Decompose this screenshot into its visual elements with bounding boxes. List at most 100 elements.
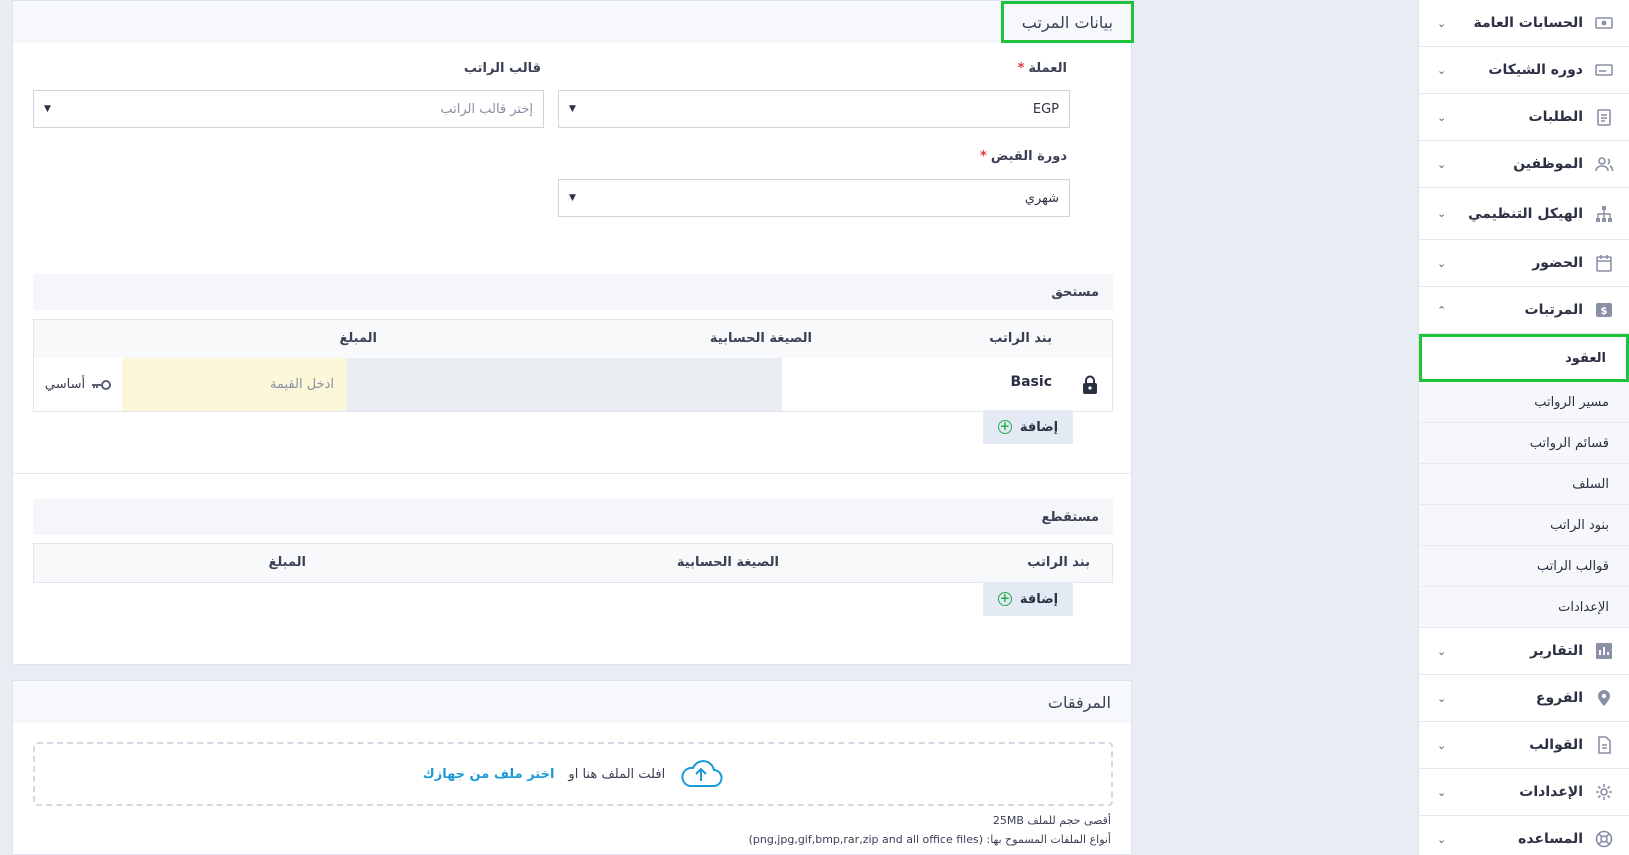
sidebar-subitem-contracts[interactable]: العقود [1419,334,1629,382]
plus-circle-icon: + [997,419,1012,434]
currency-value: EGP [1032,101,1059,117]
sidebar-subitem-salary-items[interactable]: بنود الراتب [1419,505,1629,546]
clipboard-icon [1593,106,1615,128]
drop-text: افلت الملف هنا او [568,766,666,782]
cloud-upload-icon [681,760,723,787]
sidebar-item-label: التقارير [1529,643,1583,659]
sidebar-item-templates[interactable]: القوالب ⌄ [1419,722,1629,769]
deductions-section-title: مستقطع [33,499,1113,535]
card-title: بيانات المرتب [1000,1,1134,43]
key-icon [92,379,112,390]
chevron-down-icon: ⌄ [1437,738,1447,752]
earnings-section-title: مستحق [33,274,1113,310]
sidebar-subitem-payslips[interactable]: قسائم الرواتب [1419,423,1629,464]
pay-cycle-label-text: دورة القبض [990,149,1067,164]
caret-down-icon: ▼ [569,193,576,203]
payroll-submenu: العقود مسير الرواتب قسائم الرواتب السلف … [1419,334,1629,628]
chevron-down-icon: ⌄ [1437,644,1447,658]
chevron-down-icon: ⌄ [1437,157,1447,171]
sidebar-item-label: القوالب [1529,737,1583,753]
card-header: بيانات المرتب [13,1,1134,43]
chevron-down-icon: ⌄ [1437,16,1447,30]
money-icon [1593,12,1615,34]
chevron-down-icon: ⌄ [1437,832,1447,846]
dollar-icon: $ [1593,299,1615,321]
chevron-down-icon: ⌄ [1437,785,1447,799]
required-marker: * [980,149,987,164]
attachments-title: المرفقات [1047,692,1111,712]
currency-label: العملة* [1018,61,1067,76]
org-chart-icon [1593,203,1615,225]
file-dropzone[interactable]: افلت الملف هنا او اختر ملف من جهازك [33,742,1113,806]
document-icon [1593,734,1615,756]
col-salary-item: بند الراتب [1027,555,1090,570]
col-formula: الصيغة الحسابية [676,555,779,570]
add-deduction-button[interactable]: + إضافة [983,582,1073,616]
salary-template-select[interactable]: ▼ إختر قالب الراتب [33,90,544,128]
col-amount: المبلغ [339,331,377,346]
choose-file-link[interactable]: اختر ملف من جهازك [423,767,555,782]
sidebar-item-settings[interactable]: الإعدادات ⌄ [1419,769,1629,816]
section-divider [13,473,1131,474]
add-earning-button[interactable]: + إضافة [983,410,1073,444]
pay-cycle-value: شهري [1024,190,1059,206]
salary-template-label: قالب الراتب [463,61,541,76]
sidebar-item-label: الموظفين [1513,156,1583,172]
col-salary-item: بند الراتب [989,331,1052,346]
sidebar-item-employees[interactable]: الموظفين ⌄ [1419,141,1629,188]
salary-template-placeholder: إختر قالب الراتب [440,101,533,117]
currency-select[interactable]: ▼ EGP [558,90,1070,128]
sidebar-item-label: دوره الشيكات [1488,62,1583,78]
row-key-label: أساسي [44,377,86,392]
lock-icon [1068,358,1112,411]
sidebar-item-checks[interactable]: دوره الشيكات ⌄ [1419,47,1629,94]
sidebar-item-attendance[interactable]: الحضور ⌄ [1419,240,1629,287]
sidebar: الحسابات العامة ⌄ دوره الشيكات ⌄ الطلبات… [1418,0,1629,855]
chevron-down-icon: ⌄ [1437,256,1447,270]
sidebar-subitem-salary-templates[interactable]: قوالب الراتب [1419,546,1629,587]
sidebar-item-branches[interactable]: الفروع ⌄ [1419,675,1629,722]
required-marker: * [1017,61,1025,76]
add-deduction-label: إضافة [1019,591,1059,607]
chevron-down-icon: ⌄ [1437,110,1447,124]
bar-chart-icon [1593,640,1615,662]
sidebar-item-requests[interactable]: الطلبات ⌄ [1419,94,1629,141]
caret-down-icon: ▼ [44,104,51,114]
formula-cell [346,358,782,411]
sidebar-item-label: الحضور [1532,255,1583,271]
calendar-icon [1593,252,1615,274]
plus-circle-icon: + [997,591,1012,606]
sidebar-item-label: الحسابات العامة [1473,15,1583,31]
earnings-table-header: بند الراتب الصيغة الحسابية المبلغ [33,319,1113,359]
amount-input[interactable]: ادخل القيمة [122,358,346,411]
sidebar-item-org-structure[interactable]: الهيكل التنظيمي ⌄ [1419,188,1629,240]
col-formula: الصيغة الحسابية [709,331,812,346]
pay-cycle-label: دورة القبض* [980,149,1067,164]
table-row: Basic ادخل القيمة أساسي [33,358,1113,412]
caret-down-icon: ▼ [569,104,576,114]
sidebar-item-help[interactable]: المساعده ⌄ [1419,816,1629,855]
pay-cycle-select[interactable]: ▼ شهري [558,179,1070,217]
sidebar-item-general-accounts[interactable]: الحسابات العامة ⌄ [1419,0,1629,47]
max-size-hint: أقصى حجم للملف 25MB [992,814,1111,827]
chevron-down-icon: ⌄ [1437,63,1447,77]
gear-icon [1593,781,1615,803]
sidebar-item-label: الإعدادات [1519,784,1583,800]
sidebar-subitem-loans[interactable]: السلف [1419,464,1629,505]
allowed-types-hint: أنواع الملفات المسموح بها: (png,jpg,gif,… [748,833,1111,846]
attachments-card: المرفقات افلت الملف هنا او اختر ملف من ج… [12,680,1132,855]
currency-label-text: العملة [1028,61,1067,76]
sidebar-item-label: المرتبات [1524,302,1583,318]
add-earning-label: إضافة [1019,419,1059,435]
col-amount: المبلغ [268,555,306,570]
salary-data-card: بيانات المرتب العملة* ▼ EGP قالب الراتب … [12,0,1134,665]
deductions-table-header: بند الراتب الصيغة الحسابية المبلغ [33,543,1113,583]
row-salary-item: Basic [1010,374,1052,390]
sidebar-item-reports[interactable]: التقارير ⌄ [1419,628,1629,675]
sidebar-item-label: المساعده [1518,831,1583,847]
sidebar-subitem-payroll-runs[interactable]: مسير الرواتب [1419,382,1629,423]
chevron-down-icon: ⌄ [1437,207,1447,220]
svg-text:$: $ [1601,306,1608,317]
sidebar-item-payroll[interactable]: $ المرتبات ⌃ [1419,287,1629,334]
sidebar-subitem-settings[interactable]: الإعدادات [1419,587,1629,628]
